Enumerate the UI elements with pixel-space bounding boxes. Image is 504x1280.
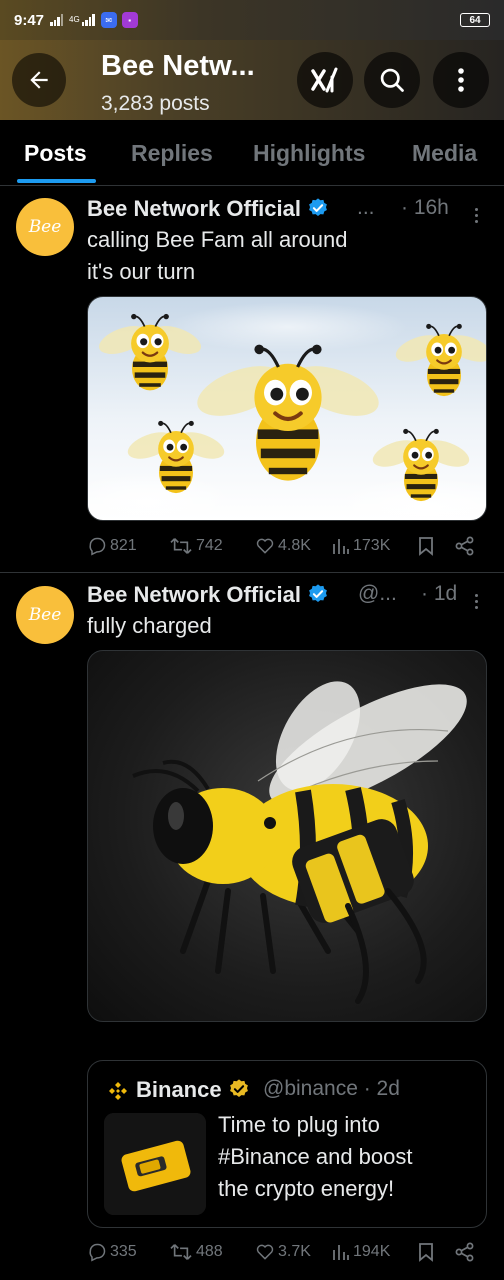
post-more-icon[interactable]	[466, 202, 486, 228]
reply-icon	[89, 1243, 106, 1262]
post-image[interactable]	[87, 296, 487, 521]
post-time: · 16h	[401, 196, 449, 219]
post-image[interactable]	[87, 650, 487, 1022]
repost-icon	[170, 1244, 192, 1260]
quote-handle: @binance · 2d	[263, 1077, 400, 1100]
search-button[interactable]	[364, 52, 420, 108]
share-button[interactable]	[455, 1242, 475, 1262]
quote-author: Binance	[136, 1077, 250, 1103]
author-name-text: Bee Network Official	[87, 196, 301, 221]
reply-icon	[89, 537, 106, 556]
reply-button[interactable]: 821	[87, 536, 137, 556]
repost-button[interactable]: 488	[169, 1242, 223, 1262]
bookmark-button[interactable]	[417, 536, 435, 556]
battery-card-illustration	[104, 1113, 206, 1215]
profile-tabs: Posts Replies Highlights Media	[0, 120, 504, 186]
heart-icon	[256, 1244, 274, 1260]
signal-icon-2	[81, 14, 95, 26]
binance-logo-icon	[109, 1082, 127, 1100]
tab-highlights[interactable]: Highlights	[253, 140, 365, 167]
author-name[interactable]: Bee Network Official	[87, 196, 329, 222]
tab-replies[interactable]: Replies	[131, 140, 213, 167]
quoted-post[interactable]: Binance @binance · 2d Time to plug into …	[87, 1060, 487, 1228]
heart-icon	[256, 538, 274, 554]
post-time: · 1d	[421, 582, 458, 605]
bookmark-icon	[419, 537, 433, 556]
author-name[interactable]: Bee Network Official	[87, 582, 329, 608]
share-icon	[455, 536, 474, 556]
repost-button[interactable]: 742	[169, 536, 223, 556]
page-title: Bee Netw...	[101, 50, 255, 82]
repost-icon	[170, 538, 192, 554]
repost-count: 488	[196, 1243, 223, 1260]
author-handle: @...	[358, 582, 397, 605]
avatar[interactable]: Bee	[16, 198, 74, 256]
views-button[interactable]: 194K	[332, 1242, 390, 1262]
status-time: 9:47	[14, 11, 45, 29]
post-actions: 821 742 4.8K 173K	[87, 536, 487, 562]
signal-icon	[50, 14, 64, 26]
bees-illustration	[88, 302, 486, 520]
network-type: 4G	[69, 15, 80, 24]
search-icon	[380, 68, 404, 92]
author-handle: ...	[357, 196, 375, 219]
quote-thumbnail[interactable]	[104, 1113, 206, 1215]
avatar-text: Bee	[28, 217, 62, 237]
reply-count: 821	[110, 537, 137, 554]
more-options-button[interactable]	[433, 52, 489, 108]
gold-verified-badge-icon	[229, 1079, 248, 1097]
back-button[interactable]	[12, 53, 66, 107]
post-text: fully charged	[87, 613, 212, 638]
author-name-text: Bee Network Official	[87, 582, 301, 607]
like-button[interactable]: 4.8K	[255, 536, 311, 556]
battery-bee-illustration	[132, 681, 467, 1004]
avatar[interactable]: Bee	[16, 586, 74, 644]
bookmark-button[interactable]	[417, 1242, 435, 1262]
battery-icon: 64	[460, 13, 490, 27]
share-button[interactable]	[455, 536, 475, 556]
grok-icon	[311, 67, 338, 93]
active-tab-indicator	[17, 179, 96, 183]
post-1[interactable]: Bee Bee Network Official ... · 16h calli…	[0, 186, 504, 572]
bookmark-icon	[419, 1243, 433, 1262]
post-text: calling Bee Fam all around it's our turn	[87, 227, 348, 284]
post-more-icon[interactable]	[466, 588, 486, 614]
like-button[interactable]: 3.7K	[255, 1242, 311, 1262]
like-count: 3.7K	[278, 1243, 311, 1260]
post-count: 3,283 posts	[101, 92, 210, 115]
share-icon	[455, 1242, 474, 1262]
quote-author-text: Binance	[136, 1077, 222, 1102]
reply-button[interactable]: 335	[87, 1242, 137, 1262]
app-notification-icon: ▪	[121, 12, 138, 28]
status-bar: 9:47 4G ✉ ▪ 64	[0, 0, 504, 40]
verified-badge-icon	[309, 198, 327, 216]
messenger-icon: ✉	[100, 12, 117, 28]
avatar-text: Bee	[28, 605, 62, 625]
grok-button[interactable]	[297, 52, 353, 108]
like-count: 4.8K	[278, 537, 311, 554]
arrow-left-icon	[30, 71, 48, 89]
views-chart-icon	[333, 1245, 349, 1260]
tab-media[interactable]: Media	[412, 140, 477, 167]
post-actions: 335 488 3.7K 194K	[87, 1242, 487, 1268]
tab-posts[interactable]: Posts	[24, 140, 87, 167]
reply-count: 335	[110, 1243, 137, 1260]
repost-count: 742	[196, 537, 223, 554]
views-button[interactable]: 173K	[332, 536, 390, 556]
view-count: 194K	[353, 1243, 391, 1260]
more-vertical-icon	[458, 68, 464, 92]
post-2[interactable]: Bee Bee Network Official @... · 1d fully…	[0, 572, 504, 1280]
view-count: 173K	[353, 537, 391, 554]
profile-header: Bee Netw... 3,283 posts	[0, 40, 504, 120]
verified-badge-icon	[309, 584, 327, 602]
views-chart-icon	[333, 539, 349, 554]
quote-text: Time to plug into #Binance and boost the…	[218, 1112, 413, 1201]
